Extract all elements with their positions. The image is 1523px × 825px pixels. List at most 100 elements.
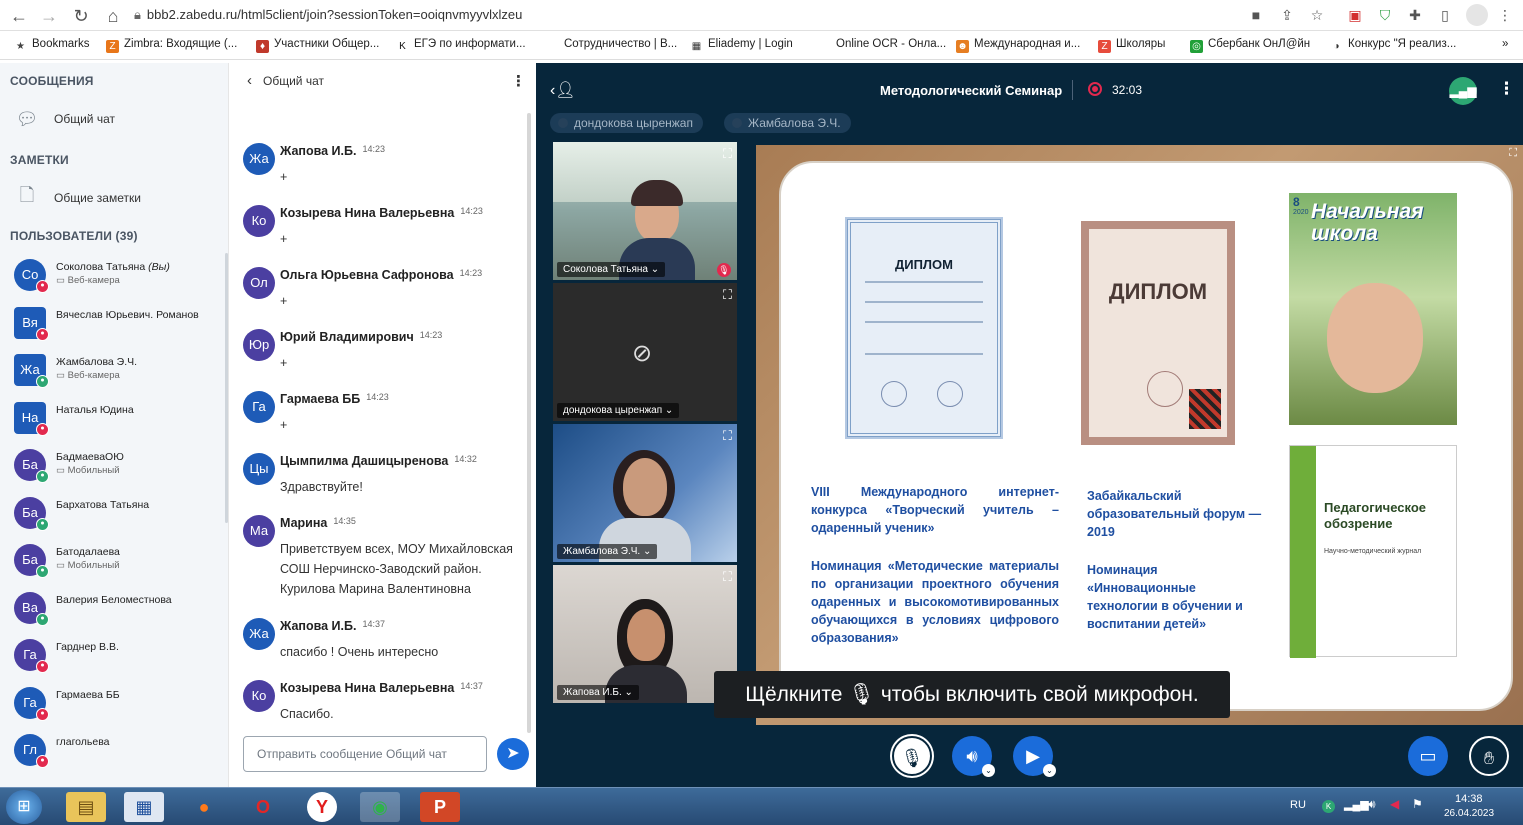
powerpoint-taskbar-icon[interactable]: P [420,792,460,822]
share-icon[interactable]: ⇪ [1278,6,1296,24]
star-icon[interactable]: ☆ [1308,6,1326,24]
windows-taskbar: ⊞ ▤ ▦ ● O Y ◉ P RU K ▂▄▆ 🔊︎ ◀ ⚑ 14:38 26… [0,787,1523,825]
chat-back-icon[interactable]: ‹ [247,72,252,89]
fullscreen-icon[interactable]: ⛶ [1509,147,1517,160]
sidepanel-icon[interactable]: ▯ [1436,6,1454,24]
shared-notes-link[interactable]: 🗋︎ Общие заметки [14,185,141,211]
user-list-item[interactable]: Гл ● глагольева [14,728,224,772]
kaspersky-tray-icon[interactable]: K [1322,800,1335,813]
webcam-icon: ▭ [56,560,65,571]
video-name-label: Жапова И.Б. ⌄ [557,685,639,700]
bookmark-favicon-icon: K [399,41,406,52]
forward-icon[interactable]: → [38,5,60,27]
document-taskbar-icon[interactable]: ▦ [124,792,164,822]
expand-icon[interactable]: ⛶ [723,428,732,444]
chat-panel: ‹ Общий чат ⋮ Жа Жапова И.Б. 14:23 + Ко Козыр… [228,63,536,787]
diploma-line [865,353,983,355]
chevron-down-icon[interactable]: ⌄ [1043,764,1056,777]
extensions-icon[interactable]: ✚ [1406,6,1424,24]
chat-options-icon[interactable]: ⋮ [511,72,526,90]
video-tile[interactable]: ⊘ дондокова цыренжап ⌄ ⛶ [553,283,737,421]
user-list-item[interactable]: Жа ● Жамбалова Э.Ч. ▭ Веб-камера [14,348,224,392]
more-bookmarks-button[interactable]: » [1502,38,1508,50]
back-icon[interactable]: ← [8,5,30,27]
user-list-item[interactable]: На ● Наталья Юдина [14,396,224,440]
bookmark-item[interactable]: Online OCR - Онла... [836,38,946,50]
user-list-item[interactable]: Ба ● Бархатова Татьяна [14,491,224,535]
bookmark-label: Bookmarks [32,38,90,50]
user-list-item[interactable]: Со ● Соколова Татьяна (Вы) ▭ Веб-камера [14,253,224,297]
user-list-item[interactable]: Га ● Гармаева ББ [14,681,224,725]
expand-icon[interactable]: ⛶ [723,569,732,585]
message-time: 14:35 [333,516,356,526]
chat-scrollbar[interactable] [527,113,531,733]
presentation-button[interactable]: ▭ [1408,736,1448,776]
bookmark-item[interactable]: ★ Bookmarks [14,38,90,53]
url-field[interactable]: 🔒︎ bbb2.zabedu.ru/html5client/join?sessio… [134,4,1234,26]
bookmark-item[interactable]: ◎ Сбербанк ОнЛ@йн [1190,38,1310,53]
start-button[interactable]: ⊞ [6,790,42,824]
browser-menu-icon[interactable]: ⋮ [1496,6,1514,24]
expand-icon[interactable]: ⛶ [723,146,732,162]
camera-icon[interactable]: ■ [1247,6,1265,24]
talking-indicator[interactable]: Жамбалова Э.Ч. [724,113,851,133]
notification-tray-icon[interactable]: ◀ [1390,797,1399,811]
user-list-item[interactable]: Га ● Гарднер В.В. [14,633,224,677]
bookmark-item[interactable]: Z Zimbra: Входящие (... [106,38,237,53]
user-list-item[interactable]: Вя ● Вячеслав Юрьевич. Романов [14,301,224,345]
profile-avatar[interactable] [1466,4,1488,26]
mic-muted-icon: ● [36,755,49,768]
clock-time[interactable]: 14:38 [1455,793,1483,805]
user-name: глагольева [56,736,110,748]
bookmark-item[interactable]: Z Школяры [1098,38,1165,53]
bookmark-item[interactable]: ♦ Участники Общер... [256,38,379,53]
reload-icon[interactable]: ↻ [70,5,92,27]
shield-extension-icon[interactable]: ⛉ [1376,6,1394,24]
tooltip-text: чтобы включить свой микрофон. [880,683,1199,706]
bookmark-label: Online OCR - Онла... [836,38,947,50]
user-list-item[interactable]: Ба ● Батодалаева ▭ Мобильный [14,538,224,582]
raise-hand-button[interactable]: ✋︎ [1469,736,1509,776]
yandex-taskbar-icon[interactable]: Y [307,792,337,822]
meeting-title: Методологический Семинар [880,83,1063,98]
bookmark-item[interactable]: ◑ Конкурс "Я реализ... [1330,38,1456,53]
url-text: bbb2.zabedu.ru/html5client/join?sessionT… [146,7,523,22]
slide-text: VIII Международного интернет-конкурса «Т… [811,485,1059,535]
user-list-item[interactable]: Ба ● БадмаеваОЮ ▭ Мобильный [14,443,224,487]
avatar: Ол [243,267,275,299]
users-toggle-icon[interactable]: ‹👤︎ [550,80,576,100]
send-message-button[interactable]: ➤ [497,738,529,770]
bookmark-item[interactable]: ▦ Eliademy | Login [690,38,793,53]
user-list-item[interactable]: Ва ● Валерия Беломестнова [14,586,224,630]
firefox-taskbar-icon[interactable]: ● [184,792,224,822]
public-chat-link[interactable]: 💬︎ Общий чат [14,106,115,132]
connection-status-icon[interactable]: ▂▄▆ [1449,77,1477,105]
meeting-area: ‹👤︎ Методологический Семинар 32:03 ▂▄▆ ⋮… [536,63,1523,787]
diploma-image: ДИПЛОМ [1081,221,1235,445]
clock-date[interactable]: 26.04.2023 [1444,808,1494,819]
network-tray-icon[interactable]: ▂▄▆ [1344,798,1369,811]
explorer-taskbar-icon[interactable]: ▤ [66,792,106,822]
expand-icon[interactable]: ⛶ [723,287,732,303]
recording-timer: 32:03 [1112,83,1143,97]
meeting-options-icon[interactable]: ⋮ [1498,79,1515,99]
video-tile[interactable]: Жапова И.Б. ⌄ ⛶ [553,565,737,703]
bookmark-item[interactable]: ☻ Международная и... [956,38,1080,53]
flag-tray-icon[interactable]: ⚑ [1412,797,1423,811]
magazine-title: Педагогическое обозрение [1324,500,1426,531]
chat-message-input[interactable]: Отправить сообщение Общий чат [243,736,487,772]
video-tile[interactable]: Соколова Татьяна ⌄ 🎙︎ ⛶ [553,142,737,280]
opera-taskbar-icon[interactable]: O [243,792,283,822]
mic-on-icon: ● [36,470,49,483]
volume-tray-icon[interactable]: 🔊︎ [1368,797,1376,812]
bookmark-item[interactable]: K ЕГЭ по информати... [396,38,525,53]
home-icon[interactable]: ⌂ [102,5,124,27]
bookmark-item[interactable]: Сотрудничество | В... [564,38,677,50]
pdf-extension-icon[interactable]: ▣ [1346,6,1364,24]
language-indicator[interactable]: RU [1290,799,1306,811]
chrome-taskbar-icon[interactable]: ◉ [360,792,400,822]
talking-indicator[interactable]: дондокова цыренжап [550,113,703,133]
video-tile[interactable]: Жамбалова Э.Ч. ⌄ ⛶ [553,424,737,562]
chevron-down-icon[interactable]: ⌄ [982,764,995,777]
unmute-button[interactable]: 🎙︎ [892,736,932,776]
